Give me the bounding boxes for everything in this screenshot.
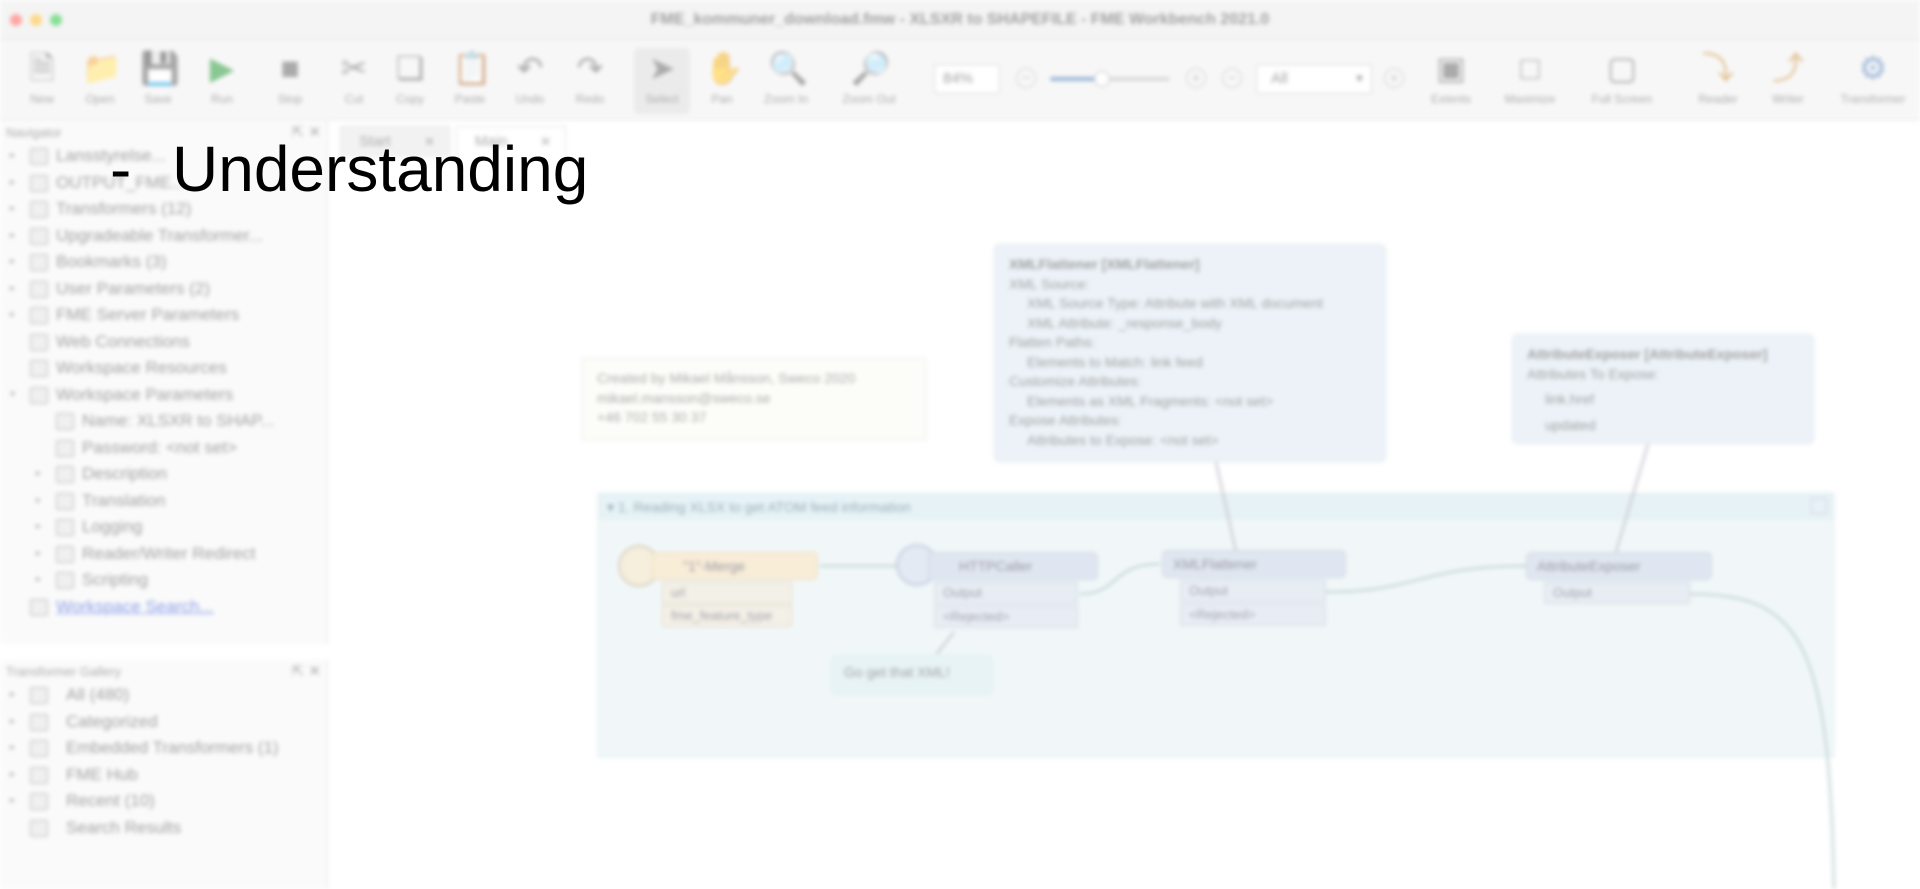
connection-exposer-out[interactable] [1689,593,1835,889]
connection-xmlflattener-exposer[interactable] [1325,565,1527,593]
transformer-label: XMLFlattener [1173,556,1258,572]
attributeexposer-transformer[interactable]: AttributeExposer [1526,552,1712,580]
attribute-port: fme_feature_type [662,605,792,627]
xmlflattener-transformer[interactable]: XMLFlattener [1162,550,1346,578]
httpcaller-transformer[interactable]: HTTPCaller [928,552,1098,580]
transformer-label: AttributeExposer [1537,558,1641,574]
slide-heading: - Understanding [110,132,588,206]
annotation-connector [1615,443,1649,553]
attribute-port: url [662,582,792,604]
output-port[interactable]: Output [1180,580,1326,602]
bullet-dash: - [110,133,132,205]
annotation-connector [1215,461,1237,553]
transformer-label: "1"-Merge [683,558,746,574]
rejected-port[interactable]: <Rejected> [1180,604,1326,626]
rejected-port[interactable]: <Rejected> [934,606,1078,628]
transformer-label: HTTPCaller [959,558,1033,574]
output-port[interactable]: Output [1544,582,1690,604]
merge-feature-type[interactable]: "1"-Merge [652,552,818,580]
heading-text: Understanding [172,133,589,205]
output-port[interactable]: Output [934,582,1078,604]
go-get-xml-note[interactable]: Go get that XML! [830,654,994,696]
